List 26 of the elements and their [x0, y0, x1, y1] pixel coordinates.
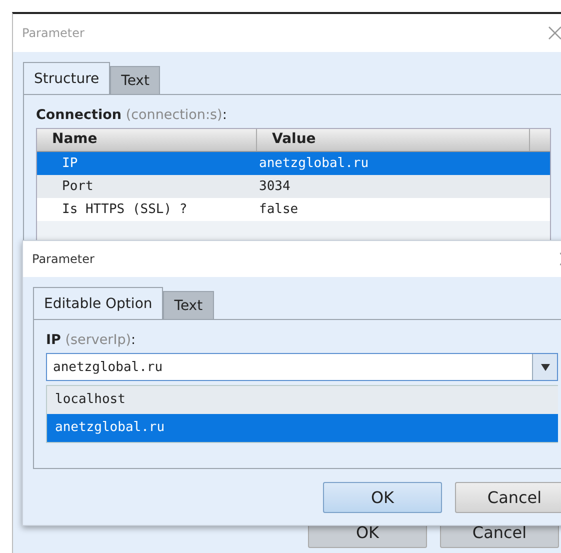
tab[interactable]: Structure [23, 62, 110, 94]
ok-button[interactable]: OK [323, 482, 442, 513]
table-cell-text: anetzglobal.ru [258, 156, 370, 171]
column-header[interactable]: Value [257, 129, 530, 151]
dropdown-option[interactable]: anetzglobal.ru [47, 414, 558, 442]
table-cell-text: false [258, 202, 300, 217]
column-header[interactable]: Name [37, 129, 257, 151]
table-cell-text: IP [61, 156, 79, 171]
cancel-button[interactable]: Cancel [455, 482, 561, 513]
tab[interactable]: Text [163, 291, 214, 319]
close-icon[interactable] [548, 26, 561, 40]
tab[interactable]: Editable Option [33, 287, 164, 319]
table-row[interactable]: Port 3034 [37, 175, 550, 198]
table-cell-text: Port [61, 179, 94, 194]
window-title: Parameter [22, 26, 84, 40]
tab[interactable]: Text [110, 66, 160, 94]
table-row[interactable]: Is HTTPS (SSL) ? false [37, 198, 550, 221]
window-title: Parameter [32, 252, 94, 266]
dropdown-arrow-icon[interactable] [540, 364, 550, 370]
field-label: Connection (connection:s): [36, 107, 228, 123]
table-cell-text: 3034 [258, 179, 292, 194]
dropdown-option[interactable]: localhost [47, 386, 558, 414]
field-label: IP (serverIp): [46, 332, 137, 348]
combo-box[interactable]: anetzglobal.ru [46, 353, 558, 381]
table-row[interactable]: IP anetzglobal.ru [37, 152, 550, 175]
table-cell-text: Is HTTPS (SSL) ? [61, 202, 188, 217]
